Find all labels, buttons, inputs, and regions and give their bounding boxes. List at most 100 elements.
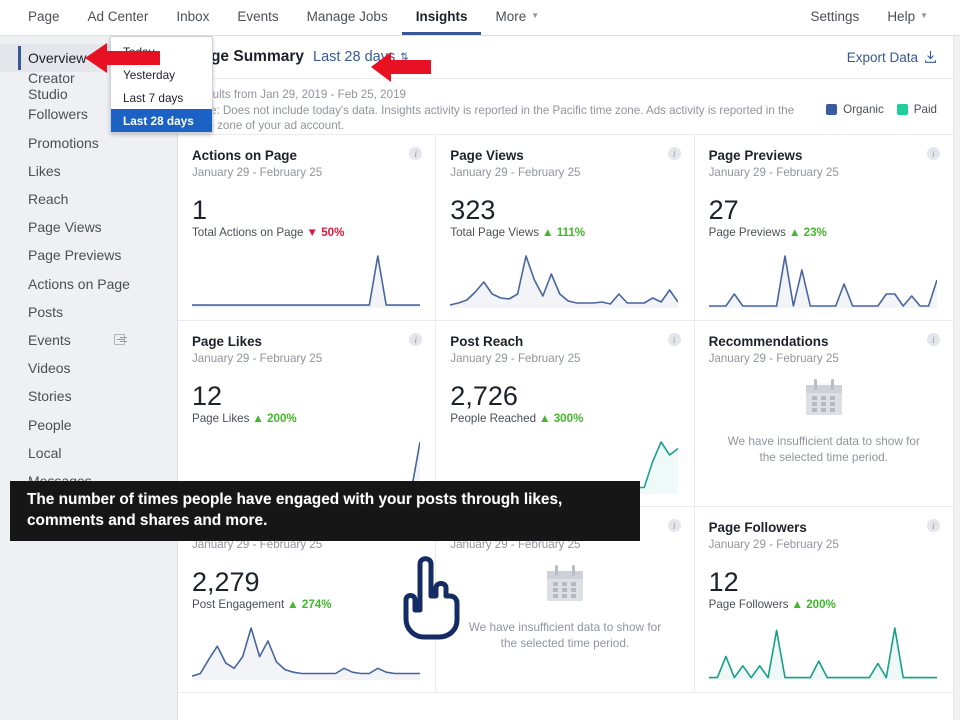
metric-card-delta: ▼ 50% — [307, 226, 345, 239]
metric-card-sparkline — [191, 622, 420, 684]
metric-card-page-previews[interactable]: Page Previews January 29 - February 25 i 27… — [694, 135, 953, 321]
sidebar-item-label: Followers — [28, 106, 88, 123]
metric-card-sparkline — [708, 250, 938, 312]
metric-card-delta: ▲ 274% — [287, 598, 331, 611]
metric-card-title: Post Reach — [450, 334, 524, 349]
info-icon[interactable]: i — [667, 519, 681, 532]
metric-card-page-likes[interactable]: Page Likes January 29 - February 25 i 12 Pag… — [178, 321, 437, 507]
menu-item-last-7-days[interactable]: Last 7 days — [111, 86, 212, 109]
sidebar-item-label: People — [28, 416, 72, 433]
metric-card-actions-on-page[interactable]: Actions on Page January 29 - February 25 i… — [178, 135, 437, 321]
sidebar-item-label: Page Views — [28, 219, 102, 236]
sidebar-item-actions-on-page[interactable]: Actions on Page — [0, 270, 177, 298]
sidebar-item-local[interactable]: Local — [0, 439, 177, 467]
nav-item-insights[interactable]: Insights — [401, 0, 482, 35]
nav-item-events[interactable]: Events — [223, 0, 292, 35]
metric-card-delta-value: 200% — [267, 412, 297, 426]
legend-entry-paid: Paid — [896, 103, 937, 116]
nav-item-label: Page — [28, 8, 60, 24]
info-icon[interactable]: i — [667, 333, 681, 346]
note-text-block: Results from Jan 29, 2019 - Feb 25, 2019… — [192, 87, 794, 134]
nav-item-label: Events — [237, 8, 279, 24]
metric-card-date-range: January 29 - February 25 — [708, 352, 839, 365]
note-line-2: Note: Does not include today's data. Ins… — [192, 103, 795, 117]
metric-card-date-range: January 29 - February 25 — [192, 166, 323, 179]
annotation-arrow-overview — [85, 43, 160, 73]
nav-item-help[interactable]: Help ▼ — [873, 0, 942, 35]
top-nav-right-group: Settings Help ▼ — [797, 0, 942, 35]
menu-item-last-28-days[interactable]: Last 28 days — [111, 109, 212, 132]
sidebar-item-label: Reach — [28, 191, 69, 208]
export-data-label: Export Data — [846, 49, 918, 65]
calendar-icon — [804, 379, 844, 422]
annotation-arrow-date-range — [371, 52, 431, 82]
sidebar-item-label: Local — [28, 444, 62, 461]
sidebar-item-label: Posts — [28, 303, 64, 320]
nav-item-page[interactable]: Page — [14, 0, 74, 35]
export-data-button[interactable]: Export Data — [847, 50, 937, 65]
metric-card-delta-value: 200% — [806, 598, 836, 612]
nav-item-settings[interactable]: Settings — [797, 0, 874, 35]
metric-card-page-views[interactable]: Page Views January 29 - February 25 i 323 To… — [436, 135, 695, 321]
sidebar-item-label: Stories — [28, 388, 72, 405]
empty-state: We have insufficient data to show for th… — [695, 379, 953, 465]
legend-label: Paid — [913, 103, 937, 116]
metric-card-date-range: January 29 - February 25 — [192, 352, 323, 365]
sidebar-item-label: Events — [28, 331, 71, 348]
sidebar-item-label: Videos — [28, 360, 71, 377]
sidebar-item-stories[interactable]: Stories — [0, 382, 177, 410]
nav-item-label: Settings — [810, 8, 860, 24]
info-icon[interactable]: i — [926, 147, 940, 160]
metric-card-value: 323 — [450, 195, 496, 225]
metric-card-delta: ▲ 111% — [542, 226, 585, 239]
nav-item-more[interactable]: More ▼ — [481, 0, 553, 35]
sidebar-item-label: Page Previews — [28, 247, 122, 264]
metric-card-post-reach[interactable]: Post Reach January 29 - February 25 i 2,726… — [436, 321, 695, 507]
sidebar-item-page-views[interactable]: Page Views — [0, 213, 177, 241]
page-scrollbar[interactable] — [953, 36, 960, 720]
metric-card-value: 2,279 — [192, 567, 260, 597]
nav-item-manage-jobs[interactable]: Manage Jobs — [293, 0, 402, 35]
info-icon[interactable]: i — [667, 147, 681, 160]
info-icon[interactable]: i — [926, 519, 940, 532]
metric-card-delta-value: 111% — [556, 226, 586, 240]
nav-item-label: Ad Center — [87, 8, 149, 24]
metric-card-date-range: January 29 - February 25 — [450, 352, 581, 365]
metric-card-grid: Actions on Page January 29 - February 25 i… — [178, 135, 953, 693]
sidebar-item-events[interactable]: Events — [0, 326, 177, 354]
chevron-down-icon: ▼ — [920, 11, 928, 20]
sidebar-item-likes[interactable]: Likes — [0, 157, 177, 185]
nav-item-label: Inbox — [176, 8, 210, 24]
nav-item-inbox[interactable]: Inbox — [162, 0, 223, 35]
metric-card-date-range: January 29 - February 25 — [708, 166, 839, 179]
sidebar-item-reach[interactable]: Reach — [0, 185, 177, 213]
legend-entry-organic: Organic — [826, 103, 884, 116]
download-icon — [924, 50, 937, 64]
metric-card-date-range: January 29 - February 25 — [708, 538, 839, 551]
metric-card-recommendations[interactable]: Recommendations January 29 - February 25 i… — [694, 321, 953, 507]
metric-card-title: Page Likes — [192, 334, 262, 349]
sidebar-item-label: Creator Studio — [28, 70, 75, 103]
triangle-down-icon: ▼ — [306, 226, 322, 240]
metric-card-delta-value: 50% — [321, 226, 345, 240]
nav-item-label: Help — [887, 8, 916, 24]
sidebar-item-videos[interactable]: Videos — [0, 354, 177, 382]
metric-card-page-followers[interactable]: Page Followers January 29 - February 25 i 1… — [694, 507, 953, 693]
sidebar-item-page-previews[interactable]: Page Previews — [0, 241, 177, 269]
info-tooltip-text: The number of times people have engaged … — [27, 491, 563, 529]
metric-card-title: Page Previews — [708, 148, 803, 163]
sidebar-item-label: Actions on Page — [28, 275, 130, 292]
metric-card-sub-label: Page Likes — [192, 412, 250, 426]
triangle-up-icon: ▲ — [791, 598, 807, 612]
metric-card-subtitle: Page Followers ▲ 200% — [709, 598, 939, 611]
sidebar-item-label: Promotions — [28, 134, 99, 151]
legend-swatch-paid — [896, 104, 908, 115]
insights-sidebar[interactable]: Overview Creator Studio Followers Promotion… — [0, 36, 178, 720]
sidebar-item-people[interactable]: People — [0, 410, 177, 438]
nav-item-ad-center[interactable]: Ad Center — [74, 0, 163, 35]
top-navigation-bar: Page Ad Center Inbox Events Manage Jobs Insig… — [0, 0, 960, 36]
info-icon[interactable]: i — [926, 333, 940, 346]
sidebar-item-posts[interactable]: Posts — [0, 298, 177, 326]
nav-item-label: More — [495, 8, 527, 24]
metric-card-sub-label: Post Engagement — [192, 598, 285, 612]
